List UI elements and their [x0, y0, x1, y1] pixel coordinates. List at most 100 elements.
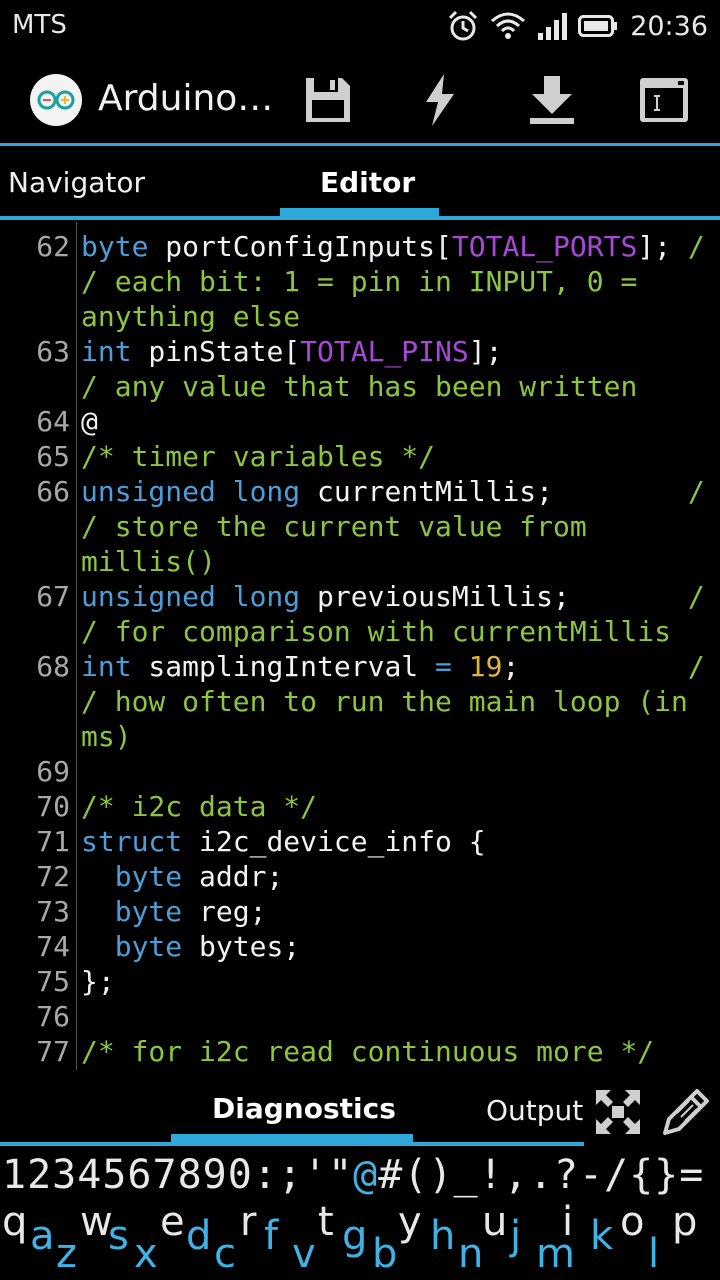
code-token: unsigned long — [81, 580, 301, 613]
key-r[interactable]: r — [240, 1202, 256, 1242]
code-line[interactable]: 72 byte addr; — [0, 859, 720, 894]
code-text: byte portConfigInputs[TOTAL_PORTS]; / — [81, 229, 705, 264]
keyboard[interactable]: 1234567890:;'"@#()_!,.?-/{}= qwertyuiopa… — [0, 1148, 720, 1280]
key-z[interactable]: z — [56, 1234, 77, 1274]
code-line[interactable]: / how often to run the main loop (in — [0, 684, 720, 719]
tab-active-indicator — [280, 208, 439, 216]
code-line[interactable]: 73 byte reg; — [0, 894, 720, 929]
keyboard-symbol-row[interactable]: 1234567890:;'"@#()_!,.?-/{}= — [2, 1152, 704, 1198]
code-line[interactable]: 77 /* for i2c read continuous more */ — [0, 1034, 720, 1069]
code-line[interactable]: / for comparison with currentMillis — [0, 614, 720, 649]
code-text: int samplingInterval = 19; / — [81, 649, 705, 684]
code-line[interactable]: 75}; — [0, 964, 720, 999]
code-token: currentMillis; — [300, 475, 688, 508]
key-q[interactable]: q — [2, 1202, 27, 1242]
line-number: 76 — [36, 1000, 70, 1033]
line-number: 67 — [36, 580, 70, 613]
tab-editor[interactable]: Editor — [320, 166, 415, 199]
code-line[interactable]: 66 unsigned long currentMillis; / — [0, 474, 720, 509]
code-token: / for comparison with currentMillis — [81, 615, 672, 648]
code-line[interactable]: 64 @ — [0, 404, 720, 439]
serial-monitor-button[interactable] — [634, 70, 694, 130]
code-line[interactable]: 70 /* i2c data */ — [0, 789, 720, 824]
expand-button[interactable] — [592, 1086, 644, 1138]
code-token: / — [687, 650, 705, 683]
key-j[interactable]: j — [510, 1216, 521, 1256]
key-k[interactable]: k — [590, 1216, 613, 1256]
line-number: 73 — [36, 895, 70, 928]
key-u[interactable]: u — [482, 1202, 507, 1242]
carrier-label: MTS — [12, 10, 67, 40]
download-button[interactable] — [522, 70, 582, 130]
tab-diagnostics[interactable]: Diagnostics — [212, 1092, 396, 1125]
code-token: previousMillis; — [300, 580, 688, 613]
key-x[interactable]: x — [134, 1234, 158, 1274]
key-f[interactable]: f — [264, 1216, 278, 1256]
app-title[interactable]: Arduino… — [98, 78, 273, 119]
key-o[interactable]: o — [620, 1202, 644, 1242]
key-v[interactable]: v — [292, 1234, 316, 1274]
code-token: ms) — [81, 720, 132, 753]
bottom-tab-active-indicator — [171, 1134, 413, 1142]
code-line[interactable]: 67 unsigned long previousMillis; / — [0, 579, 720, 614]
symbol-key-at[interactable]: @ — [353, 1152, 378, 1198]
code-text: millis() — [81, 544, 216, 579]
save-button[interactable] — [298, 70, 358, 130]
code-text: / for comparison with currentMillis — [81, 614, 671, 649]
code-line[interactable]: 65 /* timer variables */ — [0, 439, 720, 474]
key-b[interactable]: b — [372, 1234, 397, 1274]
code-line[interactable]: 63 int pinState[TOTAL_PINS]; / — [0, 334, 720, 369]
code-token: / store the current value from — [81, 510, 587, 543]
key-h[interactable]: h — [430, 1216, 455, 1256]
key-a[interactable]: a — [30, 1216, 55, 1256]
code-line[interactable]: / store the current value from — [0, 509, 720, 544]
alarm-icon — [449, 10, 478, 41]
code-line[interactable]: / any value that has been written — [0, 369, 720, 404]
code-token: 19 — [468, 650, 503, 683]
code-token: int — [81, 335, 132, 368]
key-s[interactable]: s — [108, 1216, 129, 1256]
key-l[interactable]: l — [648, 1234, 659, 1274]
key-e[interactable]: e — [160, 1202, 185, 1242]
code-line[interactable]: ms) — [0, 719, 720, 754]
key-n[interactable]: n — [458, 1234, 483, 1274]
code-line[interactable]: 69 — [0, 754, 720, 789]
edit-button[interactable] — [660, 1086, 712, 1138]
code-line[interactable]: 62 byte portConfigInputs[TOTAL_PORTS]; / — [0, 229, 720, 264]
code-line[interactable]: 68 int samplingInterval = 19; / — [0, 649, 720, 684]
code-text: byte reg; — [81, 894, 267, 929]
key-t[interactable]: t — [318, 1202, 334, 1242]
code-line[interactable]: 76 — [0, 999, 720, 1034]
code-editor[interactable]: 62 byte portConfigInputs[TOTAL_PORTS]; / /… — [0, 222, 720, 1070]
arduino-logo-icon[interactable] — [30, 74, 82, 126]
tab-navigator[interactable]: Navigator — [8, 166, 145, 199]
line-number: 62 — [36, 230, 70, 263]
main-tabs: Navigator Editor — [0, 146, 720, 220]
key-m[interactable]: m — [536, 1234, 575, 1274]
line-number: 64 — [36, 405, 70, 438]
code-text: / each bit: 1 = pin in INPUT, 0 = — [81, 264, 637, 299]
code-text: unsigned long currentMillis; / — [81, 474, 705, 509]
key-g[interactable]: g — [342, 1216, 367, 1256]
code-line[interactable]: / each bit: 1 = pin in INPUT, 0 = — [0, 264, 720, 299]
symbol-keys-right[interactable]: #()_!,.?-/{}= — [378, 1152, 704, 1198]
key-p[interactable]: p — [672, 1202, 697, 1242]
code-token: int — [81, 650, 132, 683]
wifi-icon — [491, 12, 526, 39]
code-token: anything else — [81, 300, 301, 333]
code-line[interactable]: 71 struct i2c_device_info { — [0, 824, 720, 859]
key-y[interactable]: y — [398, 1202, 422, 1242]
code-text: / any value that has been written — [81, 369, 637, 404]
key-d[interactable]: d — [186, 1216, 211, 1256]
key-c[interactable]: c — [214, 1234, 236, 1274]
code-line[interactable]: millis() — [0, 544, 720, 579]
code-line[interactable]: 74 byte bytes; — [0, 929, 720, 964]
tab-output[interactable]: Output — [486, 1094, 583, 1127]
code-token: / — [687, 580, 705, 613]
code-line[interactable]: anything else — [0, 299, 720, 334]
code-token: /* timer variables */ — [81, 440, 436, 473]
upload-flash-button[interactable] — [410, 70, 470, 130]
code-text: @ — [81, 404, 98, 439]
symbol-keys-left[interactable]: 1234567890:;'" — [2, 1152, 353, 1198]
